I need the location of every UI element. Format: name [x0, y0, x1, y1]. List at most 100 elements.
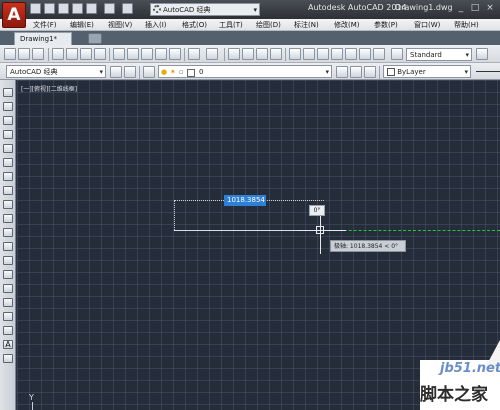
polyline-icon[interactable] [3, 116, 13, 125]
revision-cloud-icon[interactable] [3, 186, 13, 195]
layer-state-icon[interactable] [364, 66, 376, 78]
arc-icon[interactable] [3, 158, 13, 167]
polygon-icon[interactable] [3, 130, 13, 139]
undo-icon[interactable] [104, 3, 115, 14]
text-style-select[interactable]: Standard ▾ [406, 48, 472, 61]
dynamic-angle-input[interactable]: 0° [309, 205, 325, 216]
close-button[interactable]: × [484, 3, 496, 14]
text-style-icon[interactable] [391, 48, 403, 60]
add-selected-icon[interactable] [3, 354, 13, 363]
rectangle-icon[interactable] [3, 144, 13, 153]
workspace-settings-icon[interactable] [124, 66, 136, 78]
calculator-icon[interactable] [359, 48, 371, 60]
zoom-realtime-icon[interactable] [242, 48, 254, 60]
undo-icon[interactable] [188, 48, 200, 60]
block-editor-icon[interactable] [169, 48, 181, 60]
properties-icon[interactable] [289, 48, 301, 60]
print-icon[interactable] [86, 3, 97, 14]
workspace-combo[interactable]: AutoCAD 经典 ▾ [6, 65, 106, 78]
redo-icon[interactable] [206, 48, 218, 60]
print-preview-icon[interactable] [66, 48, 78, 60]
gradient-icon[interactable] [3, 298, 13, 307]
tab-drawing1[interactable]: Drawing1* [14, 32, 72, 45]
paste-icon[interactable] [141, 48, 153, 60]
menu-modify[interactable]: 修改(M) [334, 19, 360, 31]
save-icon[interactable] [58, 3, 69, 14]
toolbar-separator [139, 66, 140, 79]
dimension-style-icon[interactable] [476, 48, 488, 60]
chevron-down-icon: ▾ [325, 68, 329, 76]
layer-properties-icon[interactable] [143, 66, 155, 78]
gear-icon [153, 5, 161, 13]
cut-icon[interactable] [113, 48, 125, 60]
sun-icon: ✶ [170, 68, 176, 76]
new-icon[interactable] [4, 48, 16, 60]
markup-icon[interactable] [345, 48, 357, 60]
line-icon[interactable] [3, 88, 13, 97]
layer-color-swatch [187, 69, 195, 77]
menu-draw[interactable]: 绘图(D) [256, 19, 281, 31]
3d-print-icon[interactable] [94, 48, 106, 60]
gear-icon[interactable] [110, 66, 122, 78]
pan-icon[interactable] [228, 48, 240, 60]
menu-format[interactable]: 格式(O) [182, 19, 207, 31]
menu-help[interactable]: 帮助(H) [454, 19, 479, 31]
color-select[interactable]: ByLayer ▾ [383, 65, 471, 78]
viewport-controls[interactable]: [一][俯视][二维线框] [21, 84, 77, 93]
menu-window[interactable]: 窗口(W) [414, 19, 440, 31]
insert-block-icon[interactable] [3, 242, 13, 251]
table-icon[interactable] [3, 326, 13, 335]
lightbulb-icon: ● [161, 68, 168, 76]
menu-insert[interactable]: 插入(I) [145, 19, 167, 31]
redo-icon[interactable] [122, 3, 133, 14]
color-swatch [387, 68, 395, 76]
layer-select[interactable]: ● ✶ ▫ 0 ▾ [158, 65, 332, 78]
save-as-icon[interactable] [72, 3, 83, 14]
document-title: Drawing1.dwg [395, 3, 453, 12]
copy-icon[interactable] [127, 48, 139, 60]
app-title: Autodesk AutoCAD 2014 [308, 3, 407, 12]
ellipse-icon[interactable] [3, 214, 13, 223]
new-tab-icon[interactable] [88, 33, 102, 44]
match-properties-icon[interactable] [155, 48, 167, 60]
toolbar-separator [48, 48, 49, 61]
minimize-button[interactable]: _ [455, 3, 467, 14]
menu-tools[interactable]: 工具(T) [219, 19, 243, 31]
open-icon[interactable] [18, 48, 30, 60]
construction-line-icon[interactable] [3, 102, 13, 111]
linetype-preview[interactable] [476, 71, 500, 72]
publish-icon[interactable] [80, 48, 92, 60]
maximize-button[interactable]: □ [469, 3, 481, 14]
new-icon[interactable] [30, 3, 41, 14]
dynamic-length-input[interactable]: 1018.3854 [224, 195, 266, 206]
make-layer-current-icon[interactable] [336, 66, 348, 78]
toolbar-separator [184, 48, 185, 61]
pickbox-cursor-icon [316, 226, 324, 234]
help-icon[interactable] [373, 48, 385, 60]
point-icon[interactable] [3, 270, 13, 279]
print-icon[interactable] [52, 48, 64, 60]
layer-previous-icon[interactable] [350, 66, 362, 78]
circle-icon[interactable] [3, 172, 13, 181]
hatch-icon[interactable] [3, 284, 13, 293]
make-block-icon[interactable] [3, 256, 13, 265]
spline-icon[interactable] [3, 200, 13, 209]
menu-view[interactable]: 视图(V) [108, 19, 132, 31]
open-icon[interactable] [44, 3, 55, 14]
tool-palettes-icon[interactable] [317, 48, 329, 60]
application-menu-button[interactable]: A [2, 2, 26, 28]
ellipse-arc-icon[interactable] [3, 228, 13, 237]
save-icon[interactable] [32, 48, 44, 60]
zoom-previous-icon[interactable] [270, 48, 282, 60]
workspace-select[interactable]: AutoCAD 经典 ▾ [150, 3, 260, 16]
region-icon[interactable] [3, 312, 13, 321]
design-center-icon[interactable] [303, 48, 315, 60]
multiline-text-icon[interactable]: A [3, 340, 13, 349]
menu-edit[interactable]: 编辑(E) [70, 19, 94, 31]
menu-dimension[interactable]: 标注(N) [294, 19, 319, 31]
menu-parametric[interactable]: 参数(P) [374, 19, 398, 31]
sheet-set-icon[interactable] [331, 48, 343, 60]
zoom-window-icon[interactable] [256, 48, 268, 60]
chevron-down-icon: ▾ [99, 68, 103, 76]
menu-file[interactable]: 文件(F) [33, 19, 57, 31]
